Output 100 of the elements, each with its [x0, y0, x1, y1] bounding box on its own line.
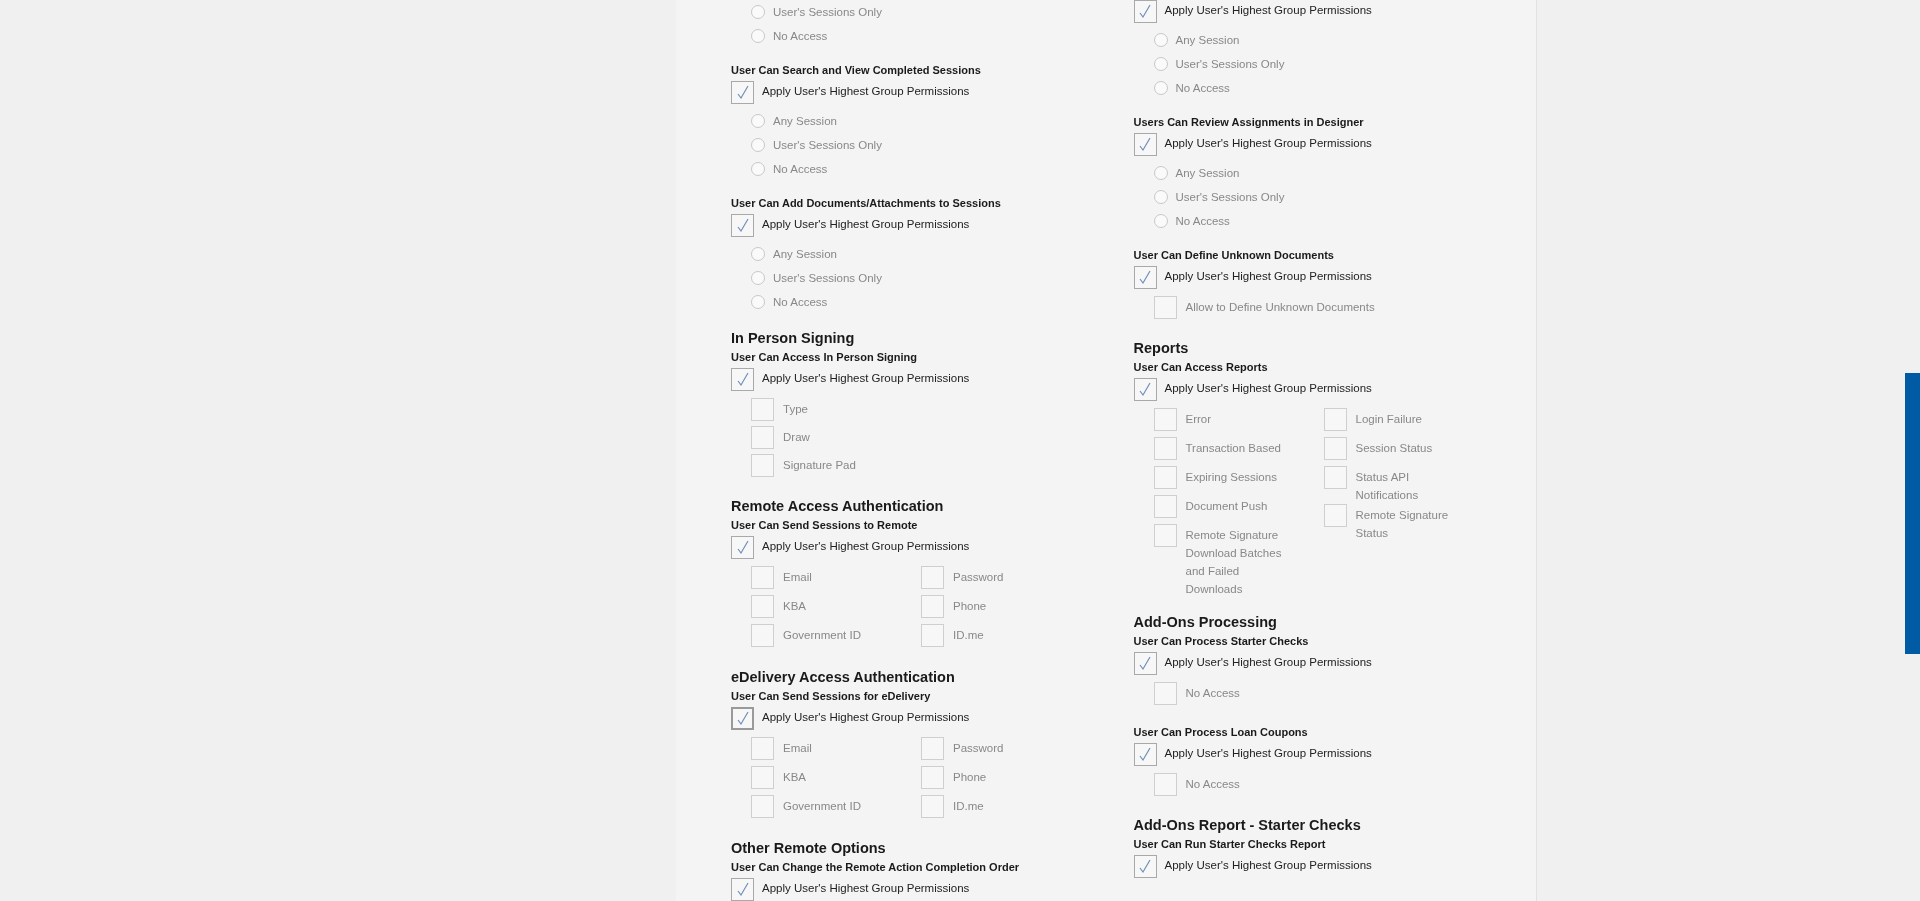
check-icon — [1138, 269, 1152, 285]
radio-button[interactable] — [751, 162, 765, 176]
checkbox-label: Transaction Based — [1185, 441, 1282, 456]
checkbox[interactable] — [751, 398, 774, 421]
checkbox[interactable] — [751, 566, 774, 589]
checkbox[interactable] — [921, 795, 944, 818]
checkbox[interactable] — [751, 595, 774, 618]
checkbox[interactable] — [731, 213, 754, 237]
checkbox[interactable] — [1133, 132, 1157, 156]
checkbox[interactable] — [1133, 377, 1157, 401]
checkbox[interactable] — [751, 766, 774, 789]
checkbox-label: No Access — [1185, 686, 1240, 701]
radio-label: User's Sessions Only — [773, 5, 882, 20]
check-icon — [1138, 746, 1152, 762]
radio-label: User's Sessions Only — [1175, 57, 1285, 72]
radio-button[interactable] — [751, 247, 765, 261]
checkbox[interactable] — [1133, 0, 1157, 23]
checkbox-label: Remote Signature Status — [1355, 508, 1450, 541]
checkbox-label: Apply User's Highest Group Permissions — [1164, 746, 1372, 762]
checkbox[interactable] — [731, 367, 754, 391]
radio-button[interactable] — [1153, 57, 1168, 71]
checkbox[interactable] — [1153, 296, 1177, 319]
checkbox-label: KBA — [783, 599, 807, 614]
checkbox-label: Password — [953, 741, 1005, 756]
checkbox[interactable] — [751, 426, 774, 449]
checkbox-label: Status API Notifications — [1355, 470, 1420, 503]
checkbox-label: Government ID — [783, 628, 862, 643]
checkbox[interactable] — [751, 624, 774, 647]
check-icon — [1138, 381, 1152, 397]
checkbox[interactable] — [1323, 408, 1347, 431]
radio-button[interactable] — [751, 29, 765, 43]
checkbox[interactable] — [1153, 437, 1177, 460]
checkbox[interactable] — [921, 737, 944, 760]
checkbox-label: Password — [953, 570, 1005, 585]
checkbox[interactable] — [1153, 408, 1177, 431]
checkbox-label: ID.me — [953, 799, 985, 814]
checkbox[interactable] — [921, 595, 944, 618]
checkbox-label: Expiring Sessions — [1185, 470, 1278, 485]
checkbox[interactable] — [751, 795, 774, 818]
permission-heading: User Can Add Documents/Attachments to Sessions — [731, 196, 1002, 211]
checkbox[interactable] — [1133, 651, 1157, 675]
radio-button[interactable] — [1153, 33, 1168, 47]
checkbox[interactable] — [1153, 682, 1177, 705]
radio-button[interactable] — [1153, 166, 1168, 180]
checkbox[interactable] — [1323, 466, 1347, 489]
checkbox[interactable] — [1323, 437, 1347, 460]
check-icon — [735, 539, 750, 555]
permission-heading: Users Can Review Assignments in Designer — [1133, 115, 1365, 130]
section-heading: In Person Signing — [731, 329, 856, 348]
checkbox-label: Apply User's Highest Group Permissions — [762, 371, 970, 387]
checkbox-label: Allow to Define Unknown Documents — [1185, 300, 1375, 315]
radio-button[interactable] — [751, 271, 765, 285]
checkbox[interactable] — [1133, 265, 1157, 289]
checkbox-label: Apply User's Highest Group Permissions — [762, 539, 970, 555]
check-icon — [1138, 858, 1152, 874]
permission-heading: User Can Process Loan Coupons — [1133, 725, 1309, 740]
checkbox[interactable] — [731, 80, 754, 104]
radio-button[interactable] — [1153, 190, 1168, 204]
section-heading: Other Remote Options — [731, 839, 887, 858]
checkbox[interactable] — [921, 766, 944, 789]
radio-button[interactable] — [1153, 81, 1168, 95]
checkbox-label: Login Failure — [1355, 412, 1423, 427]
radio-button[interactable] — [751, 114, 765, 128]
permission-heading: User Can Run Starter Checks Report — [1133, 837, 1327, 852]
checkbox-label: Document Push — [1185, 499, 1269, 514]
checkbox-label: Apply User's Highest Group Permissions — [762, 881, 970, 897]
check-icon — [735, 84, 750, 100]
check-icon — [1138, 3, 1152, 19]
checkbox[interactable] — [1153, 524, 1177, 547]
checkbox[interactable] — [921, 566, 944, 589]
checkbox[interactable] — [1153, 466, 1177, 489]
radio-label: No Access — [1175, 81, 1230, 96]
side-tab[interactable] — [1905, 373, 1920, 654]
checkbox-label: Apply User's Highest Group Permissions — [762, 217, 970, 233]
check-icon — [735, 881, 750, 897]
permission-heading: User Can Search and View Completed Sessions — [731, 63, 982, 78]
checkbox[interactable] — [1133, 742, 1157, 766]
checkbox[interactable] — [731, 706, 754, 730]
checkbox[interactable] — [921, 624, 944, 647]
radio-label: User's Sessions Only — [773, 271, 882, 286]
checkbox[interactable] — [751, 454, 774, 477]
checkbox-label: Draw — [783, 430, 810, 445]
checkbox[interactable] — [751, 737, 774, 760]
checkbox[interactable] — [1133, 854, 1157, 878]
checkbox-label: Signature Pad — [783, 458, 856, 473]
radio-button[interactable] — [1153, 214, 1168, 228]
checkbox[interactable] — [1153, 495, 1177, 518]
checkbox-label: ID.me — [953, 628, 985, 643]
checkbox-label: Error — [1185, 412, 1213, 427]
section-heading: Reports — [1133, 339, 1190, 358]
checkbox[interactable] — [1323, 504, 1347, 527]
checkbox[interactable] — [1153, 773, 1177, 796]
checkbox-label: Session Status — [1355, 441, 1434, 456]
radio-button[interactable] — [751, 295, 765, 309]
checkbox-label: Apply User's Highest Group Permissions — [1164, 858, 1372, 874]
radio-button[interactable] — [751, 138, 765, 152]
checkbox[interactable] — [731, 535, 754, 559]
radio-label: Any Session — [773, 247, 837, 262]
radio-button[interactable] — [751, 5, 765, 19]
checkbox[interactable] — [731, 877, 754, 901]
